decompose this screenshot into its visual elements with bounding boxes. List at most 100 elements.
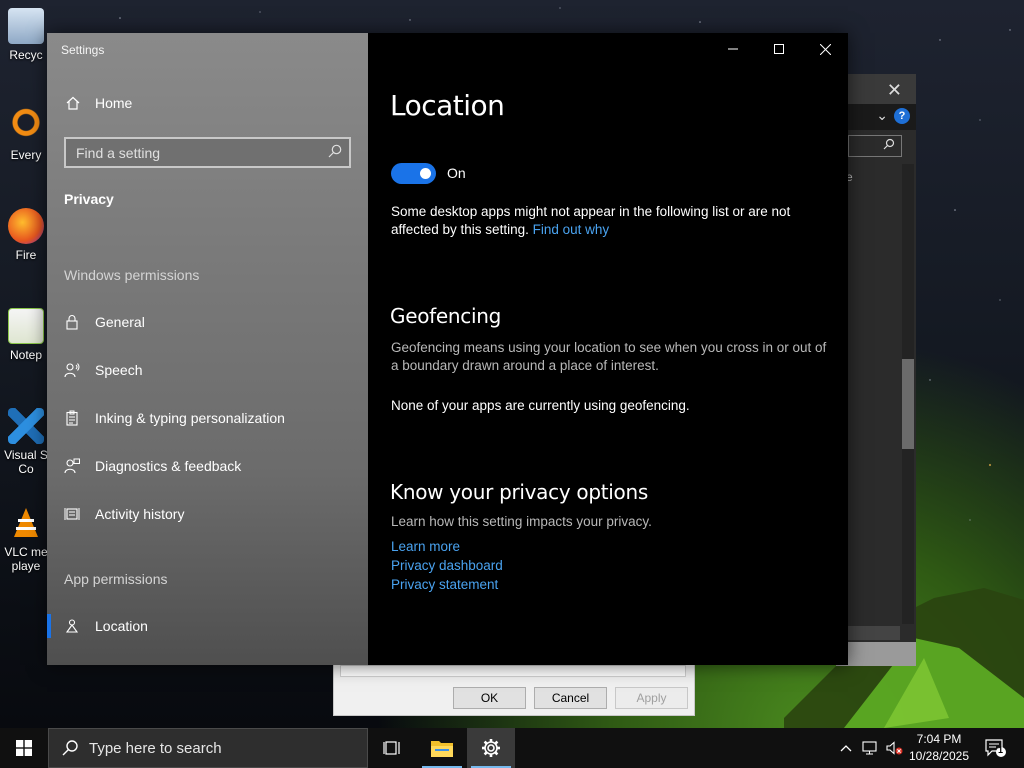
apply-button: Apply (615, 687, 688, 709)
vlc-cone-icon (8, 505, 44, 541)
geofencing-description: Geofencing means using your location to … (391, 340, 827, 373)
lock-icon (66, 315, 78, 330)
background-dialog: OK Cancel Apply (333, 660, 695, 716)
window-titlebar: ✕ (836, 74, 916, 104)
system-clock[interactable]: 7:04 PM 10/28/2025 (906, 731, 972, 765)
feedback-icon (64, 458, 80, 474)
privacy-options-description: Learn how this setting impacts your priv… (391, 514, 652, 529)
recycle-bin-icon (8, 8, 44, 44)
settings-window: Settings Home Find a setting Privacy Win… (47, 33, 848, 665)
settings-gear-icon (482, 739, 500, 757)
dialog-content-strip (340, 665, 686, 677)
show-hidden-icons-button[interactable] (836, 728, 856, 768)
privacy-dashboard-link[interactable]: Privacy dashboard (391, 557, 831, 575)
sidebar-item-label: Activity history (95, 506, 185, 522)
task-view-icon (383, 741, 400, 755)
background-explorer-window: ✕ ⌄ ? e (836, 74, 916, 666)
close-button[interactable] (802, 33, 848, 65)
volume-button[interactable] (884, 728, 906, 768)
file-explorer-icon (431, 741, 453, 757)
clipboard-icon (66, 410, 78, 426)
window-search-box[interactable] (848, 135, 902, 157)
desktop-icon-vlc[interactable]: VLC me playe (2, 505, 50, 573)
desktop-icon-vscode[interactable]: Visual S Co (2, 408, 50, 476)
notepad-plus-plus-icon (8, 308, 44, 344)
find-out-why-link[interactable]: Find out why (533, 222, 610, 237)
clock-time: 7:04 PM (916, 732, 962, 746)
home-nav-item[interactable]: Home (65, 95, 132, 111)
app-permissions-heading: App permissions (64, 571, 168, 587)
settings-taskbar-button[interactable] (467, 728, 515, 768)
close-icon[interactable]: ✕ (887, 80, 902, 101)
start-button[interactable] (0, 728, 48, 768)
sidebar-item-label: Inking & typing personalization (95, 410, 285, 426)
clock-date: 10/28/2025 (908, 749, 970, 763)
page-title: Location (390, 89, 505, 122)
maximize-button[interactable] (756, 33, 802, 65)
sidebar-item-inking-typing[interactable]: Inking & typing personalization (47, 398, 368, 438)
windows-logo-icon (16, 740, 32, 756)
privacy-statement-link[interactable]: Privacy statement (391, 576, 831, 594)
search-icon (328, 144, 342, 158)
maximize-icon (774, 44, 784, 54)
status-bar (836, 642, 916, 666)
geofencing-status: None of your apps are currently using ge… (391, 398, 690, 413)
cancel-button[interactable]: Cancel (534, 687, 607, 709)
settings-sidebar: Settings Home Find a setting Privacy Win… (47, 33, 368, 665)
privacy-options-heading: Know your privacy options (390, 480, 648, 504)
notification-count-badge: 1 (998, 745, 1004, 755)
volume-muted-icon (886, 741, 903, 755)
home-label: Home (95, 95, 133, 111)
sidebar-item-label: Location (95, 618, 148, 634)
sidebar-item-label: General (95, 314, 145, 330)
sidebar-item-activity-history[interactable]: Activity history (47, 494, 368, 534)
sidebar-item-speech[interactable]: Speech (47, 350, 368, 390)
home-icon (66, 96, 80, 110)
window-title: Settings (61, 43, 105, 57)
desktop-icon-recycle-bin[interactable]: Recyc (2, 8, 50, 62)
learn-more-link[interactable]: Learn more (391, 538, 831, 556)
ribbon-bar: ⌄ ? (836, 104, 916, 130)
chevron-up-icon (840, 745, 852, 752)
desktop-icon-notepadpp[interactable]: Notep (2, 308, 50, 362)
find-setting-input[interactable]: Find a setting (64, 137, 351, 168)
window-controls (710, 33, 848, 65)
sidebar-item-diagnostics[interactable]: Diagnostics & feedback (47, 446, 368, 486)
sidebar-item-label: Speech (95, 362, 143, 378)
location-icon (65, 619, 79, 633)
minimize-icon (728, 48, 738, 50)
minimize-button[interactable] (710, 33, 756, 65)
firefox-icon (8, 208, 44, 244)
scrollbar-thumb[interactable] (902, 359, 914, 449)
desktop-icon-label: Visual S Co (4, 448, 48, 476)
desktop-icon-label: Recyc (9, 48, 43, 62)
ok-button[interactable]: OK (453, 687, 526, 709)
desktop-apps-note: Some desktop apps might not appear in th… (391, 203, 831, 239)
search-icon (62, 740, 78, 756)
toggle-state-label: On (447, 165, 466, 181)
search-icon (883, 138, 895, 150)
speech-icon (64, 363, 80, 378)
desktop-icon-label: VLC me playe (4, 545, 48, 573)
desktop-icon-label: Notep (9, 348, 43, 362)
chevron-down-icon[interactable]: ⌄ (876, 107, 888, 124)
desktop-icon-firefox[interactable]: Fire (2, 208, 50, 262)
file-explorer-taskbar-button[interactable] (418, 728, 466, 768)
toggle-knob (420, 168, 431, 179)
help-icon[interactable]: ? (894, 108, 910, 124)
search-placeholder: Find a setting (76, 145, 161, 161)
category-title: Privacy (64, 191, 114, 207)
taskbar: Type here to search 7:04 PM 10/28/2025 1 (0, 728, 1024, 768)
network-status-button[interactable] (860, 728, 882, 768)
selected-indicator (47, 614, 51, 638)
windows-permissions-heading: Windows permissions (64, 267, 200, 283)
sidebar-item-location[interactable]: Location (47, 606, 368, 646)
sidebar-item-general[interactable]: General (47, 302, 368, 342)
desktop-icon-everything[interactable]: Every (2, 108, 50, 162)
timeline-icon (64, 508, 80, 520)
taskbar-search-box[interactable]: Type here to search (48, 728, 368, 768)
taskbar-search-placeholder: Type here to search (89, 740, 222, 757)
action-center-button[interactable]: 1 (978, 728, 1012, 768)
task-view-button[interactable] (368, 728, 416, 768)
location-toggle-switch[interactable] (391, 163, 436, 184)
